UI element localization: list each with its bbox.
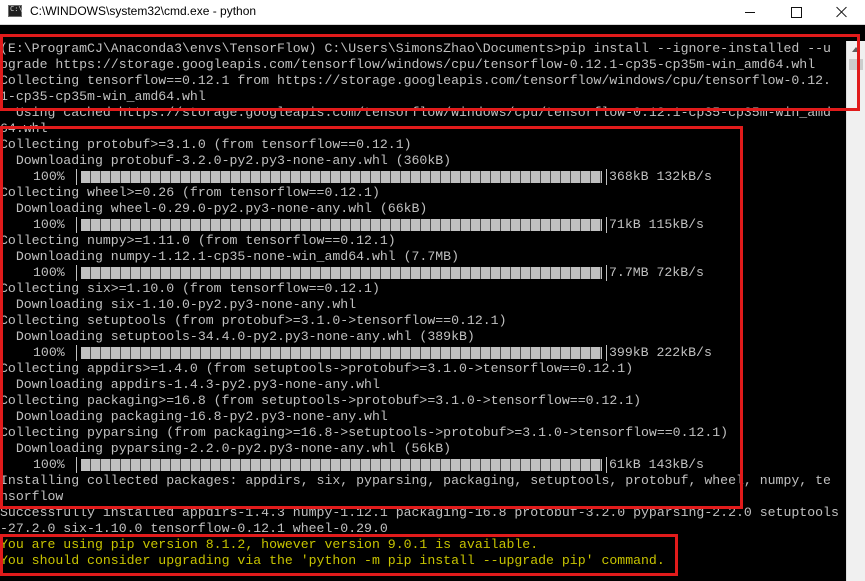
console-line: Downloading pyparsing-2.2.0-py2.py3-none… — [0, 441, 452, 456]
close-icon — [836, 6, 848, 18]
progress-stats: 399kB 222kB/s — [609, 345, 712, 360]
console-line: pgrade https://storage.googleapis.com/te… — [0, 57, 816, 72]
minimize-button[interactable] — [727, 0, 773, 24]
progress-stats: 61kB 143kB/s — [609, 457, 704, 472]
progress-percent: 100% — [33, 169, 65, 184]
cmd-window: C:\WINDOWS\system32\cmd.exe - python (E:… — [0, 0, 865, 581]
scroll-thumb[interactable] — [849, 59, 863, 70]
console-line: -27.2.0 six-1.10.0 tensorflow-0.12.1 whe… — [0, 521, 388, 536]
console-line: 64.whl — [0, 121, 48, 136]
console-line: Collecting protobuf>=3.1.0 (from tensorf… — [0, 137, 412, 152]
console-line: Downloading setuptools-34.4.0-py2.py3-no… — [0, 329, 475, 344]
download-progress-row: 100% 7.7MB 72kB/s — [0, 265, 846, 281]
download-progress-row: 100% 71kB 115kB/s — [0, 217, 846, 233]
console-line: Collecting tensorflow==0.12.1 from https… — [0, 73, 831, 88]
close-button[interactable] — [819, 0, 865, 24]
download-progress-row: 100% 61kB 143kB/s — [0, 457, 846, 473]
console-line: Collecting numpy>=1.11.0 (from tensorflo… — [0, 233, 396, 248]
pip-warning-line: You are using pip version 8.1.2, however… — [0, 537, 539, 552]
console-line: Downloading numpy-1.12.1-cp35-none-win_a… — [0, 249, 459, 264]
download-progress-row: 100% 368kB 132kB/s — [0, 169, 846, 185]
progress-stats: 7.7MB 72kB/s — [609, 265, 704, 280]
console-line: Installing collected packages: appdirs, … — [0, 473, 831, 488]
progress-bar — [76, 265, 607, 281]
progress-bar — [76, 169, 607, 185]
console-line: Using cached https://storage.googleapis.… — [0, 105, 831, 120]
progress-stats: 71kB 115kB/s — [609, 217, 704, 232]
progress-bar — [76, 345, 607, 361]
console-line: Collecting six>=1.10.0 (from tensorflow=… — [0, 281, 380, 296]
progress-stats: 368kB 132kB/s — [609, 169, 712, 184]
console-line: Successfully installed appdirs-1.4.3 num… — [0, 505, 839, 520]
progress-bar — [76, 217, 607, 233]
progress-percent: 100% — [33, 265, 65, 280]
console-line: Downloading appdirs-1.4.3-py2.py3-none-a… — [0, 377, 380, 392]
download-progress-row: 100% 399kB 222kB/s — [0, 345, 846, 361]
maximize-icon — [790, 6, 802, 18]
minimize-icon — [745, 11, 755, 13]
progress-bar — [76, 457, 607, 473]
console-line: (E:\ProgramCJ\Anaconda3\envs\TensorFlow)… — [0, 41, 831, 56]
console-line: Collecting setuptools (from protobuf>=3.… — [0, 313, 507, 328]
console-line: Collecting pyparsing (from packaging>=16… — [0, 425, 729, 440]
pip-warning-line: You should consider upgrading via the 'p… — [0, 553, 665, 568]
console-line: nsorflow — [0, 489, 64, 504]
console-line: Collecting packaging>=16.8 (from setupto… — [0, 393, 642, 408]
progress-percent: 100% — [33, 345, 65, 360]
console-line: Downloading wheel-0.29.0-py2.py3-none-an… — [0, 201, 428, 216]
console-line: Downloading packaging-16.8-py2.py3-none-… — [0, 409, 388, 424]
console-line: Downloading protobuf-3.2.0-py2.py3-none-… — [0, 153, 452, 168]
progress-percent: 100% — [33, 457, 65, 472]
vertical-scrollbar[interactable] — [846, 41, 865, 581]
cmd-icon — [8, 5, 23, 17]
title-bar[interactable]: C:\WINDOWS\system32\cmd.exe - python — [0, 0, 865, 25]
console-line: Collecting appdirs>=1.4.0 (from setuptoo… — [0, 361, 634, 376]
progress-percent: 100% — [33, 217, 65, 232]
console-output[interactable]: (E:\ProgramCJ\Anaconda3\envs\TensorFlow)… — [0, 41, 846, 581]
console-line: Collecting wheel>=0.26 (from tensorflow=… — [0, 185, 380, 200]
maximize-button[interactable] — [773, 0, 819, 24]
console-line: 1-cp35-cp35m-win_amd64.whl — [0, 89, 206, 104]
window-title: C:\WINDOWS\system32\cmd.exe - python — [30, 4, 257, 18]
console-line: Downloading six-1.10.0-py2.py3-none-any.… — [0, 297, 357, 312]
scroll-up-arrow-icon[interactable] — [847, 41, 865, 58]
